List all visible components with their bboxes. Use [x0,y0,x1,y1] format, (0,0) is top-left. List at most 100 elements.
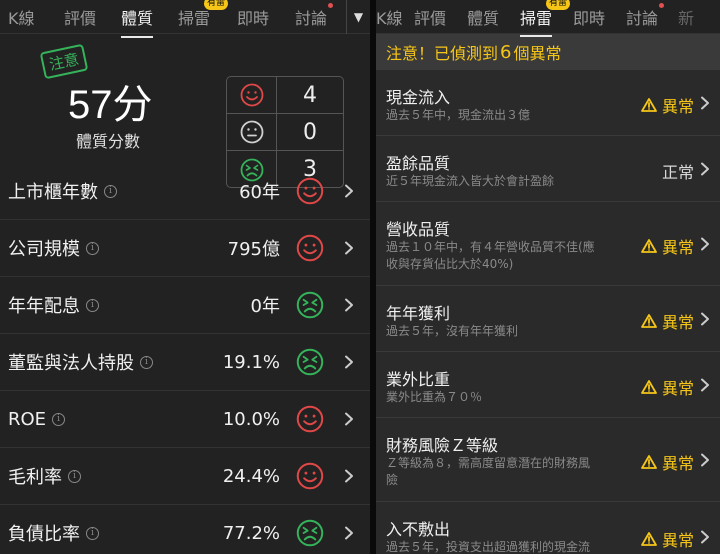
info-icon[interactable]: i [86,526,99,540]
check-item[interactable]: 盈餘品質 近５年現金流入皆大於會計盈餘 正常 [376,136,720,202]
tab-minesweep-wrap[interactable]: 掃雷 有雷 [178,0,229,29]
info-icon[interactable]: i [104,184,117,198]
warning-icon [641,239,662,253]
check-status: 異常 [641,234,694,258]
warning-icon [641,380,662,394]
check-status: 異常 [641,93,694,117]
smile-red-icon [296,405,324,433]
check-item[interactable]: 業外比重 業外比重為７０％ 異常 [376,352,720,418]
info-icon[interactable]: i [86,298,99,312]
check-description: 近５年現金流入皆大於會計盈餘 [386,174,555,188]
metric-row[interactable]: 上市櫃年數 i 60年 [0,163,370,220]
tab-discussion-wrap[interactable]: 討論 [295,2,334,29]
metric-label: 上市櫃年數 i [8,178,117,204]
tab-realtime[interactable]: 即時 [573,5,605,29]
mine-badge: 有雷 [546,0,571,10]
alert-suffix: 個異常 [513,44,562,63]
frown-green-icon [296,519,324,547]
check-description: 過去５年，沒有年年獲利 [386,324,519,338]
warning-icon [641,455,662,469]
neutral-count: 0 [303,119,317,145]
metric-label: 毛利率 i [8,463,81,489]
neutral-face-icon [240,120,263,144]
tab-minesweep-wrap[interactable]: 掃雷 有雷 [520,0,571,29]
check-description: Ｚ等級為８，需高度留意潛在的財務風險 [386,456,591,487]
warning-icon [641,314,662,328]
warning-icon [641,98,662,112]
metric-row[interactable]: 公司規模 i 795億 [0,220,370,277]
check-title: 業外比重 [386,370,451,389]
tab-quality[interactable]: 體質 [467,5,499,29]
info-icon[interactable]: i [52,412,66,426]
metric-row[interactable]: 毛利率 i 24.4% [0,448,370,505]
smile-red-icon [296,177,324,205]
chevron-right-icon [344,184,354,202]
metric-value: 24.4% [222,465,280,487]
chevron-right-icon [344,469,354,487]
check-title: 年年獲利 [386,304,451,323]
tab-kline[interactable]: K線 [8,5,35,29]
face-count-row-red: 4 [227,77,343,114]
chevron-right-icon [700,96,710,114]
tab-bar: K線 評價 體質 掃雷 有雷 即時 討論 新 [376,0,720,34]
check-description: 業外比重為７０％ [386,390,483,404]
chevron-right-icon [344,355,354,373]
chevron-right-icon [700,378,710,396]
metric-label: 公司規模 i [8,235,99,261]
check-status: 異常 [641,450,694,474]
smile-red-icon [296,462,324,490]
frown-green-icon [296,348,324,376]
check-item[interactable]: 財務風險Ｚ等級 Ｚ等級為８，需高度留意潛在的財務風險 異常 [376,418,720,502]
metric-row[interactable]: 年年配息 i 0年 [0,277,370,334]
check-title: 財務風險Ｚ等級 [386,436,499,455]
metric-value: 19.1% [222,351,280,373]
smile-red-icon [240,83,263,107]
tab-valuation[interactable]: 評價 [64,5,96,29]
metric-value: 60年 [239,182,280,203]
quality-score: 57分 [68,83,153,127]
tab-news[interactable]: 新 [678,5,694,29]
check-item[interactable]: 現金流入 過去５年中，現金流出３億 異常 [376,70,720,136]
metric-value: 795億 [227,239,280,260]
mine-badge: 有雷 [204,0,229,10]
frown-green-icon [296,291,324,319]
chevron-right-icon [344,412,354,430]
chevron-right-icon [344,298,354,316]
chevron-right-icon [700,312,710,330]
check-item[interactable]: 年年獲利 過去５年，沒有年年獲利 異常 [376,286,720,352]
tab-bar: K線 評價 體質 掃雷 有雷 即時 討論 ▼ [0,0,370,38]
check-description: 過去５年，投資支出超過獲利的現金流 [386,540,591,554]
tab-realtime[interactable]: 即時 [237,5,269,29]
tab-kline[interactable]: K線 [376,5,403,29]
tab-discussion-wrap[interactable]: 討論 [626,2,665,29]
tab-quality[interactable]: 體質 [121,5,154,38]
metric-row[interactable]: 負債比率 i 77.2% [0,505,370,554]
warning-icon [641,532,662,546]
anomaly-count: 6 [500,41,512,63]
check-title: 盈餘品質 [386,154,451,173]
tab-valuation[interactable]: 評價 [414,5,446,29]
metric-value: 0年 [250,296,280,317]
info-icon[interactable]: i [68,469,81,483]
check-title: 現金流入 [386,88,451,107]
check-status: 異常 [641,527,694,551]
check-status: 正常 [661,163,694,182]
metric-row[interactable]: 董監與法人持股 i 19.1% [0,334,370,391]
check-item[interactable]: 入不敷出 過去５年，投資支出超過獲利的現金流 異常 [376,502,720,554]
metric-row[interactable]: ROE i 10.0% [0,391,370,448]
check-description: 過去５年中，現金流出３億 [386,108,531,122]
check-title: 入不敷出 [386,520,451,539]
tabs-dropdown-button[interactable]: ▼ [346,0,370,34]
metric-label: 董監與法人持股 i [8,349,153,375]
chevron-right-icon [344,526,354,544]
chevron-right-icon [344,241,354,259]
info-icon[interactable]: i [140,355,153,369]
check-description: 過去１０年中，有４年營收品質不佳(應收與存貨佔比大於40%) [386,240,595,271]
tab-minesweep: 掃雷 [178,8,211,28]
caret-down-icon: ▼ [353,10,364,24]
tab-discussion: 討論 [626,8,659,28]
face-count-row-neutral: 0 [227,114,343,151]
check-item[interactable]: 營收品質 過去１０年中，有４年營收品質不佳(應收與存貨佔比大於40%) 異常 [376,202,720,286]
smile-red-icon [296,234,324,262]
info-icon[interactable]: i [86,241,99,255]
